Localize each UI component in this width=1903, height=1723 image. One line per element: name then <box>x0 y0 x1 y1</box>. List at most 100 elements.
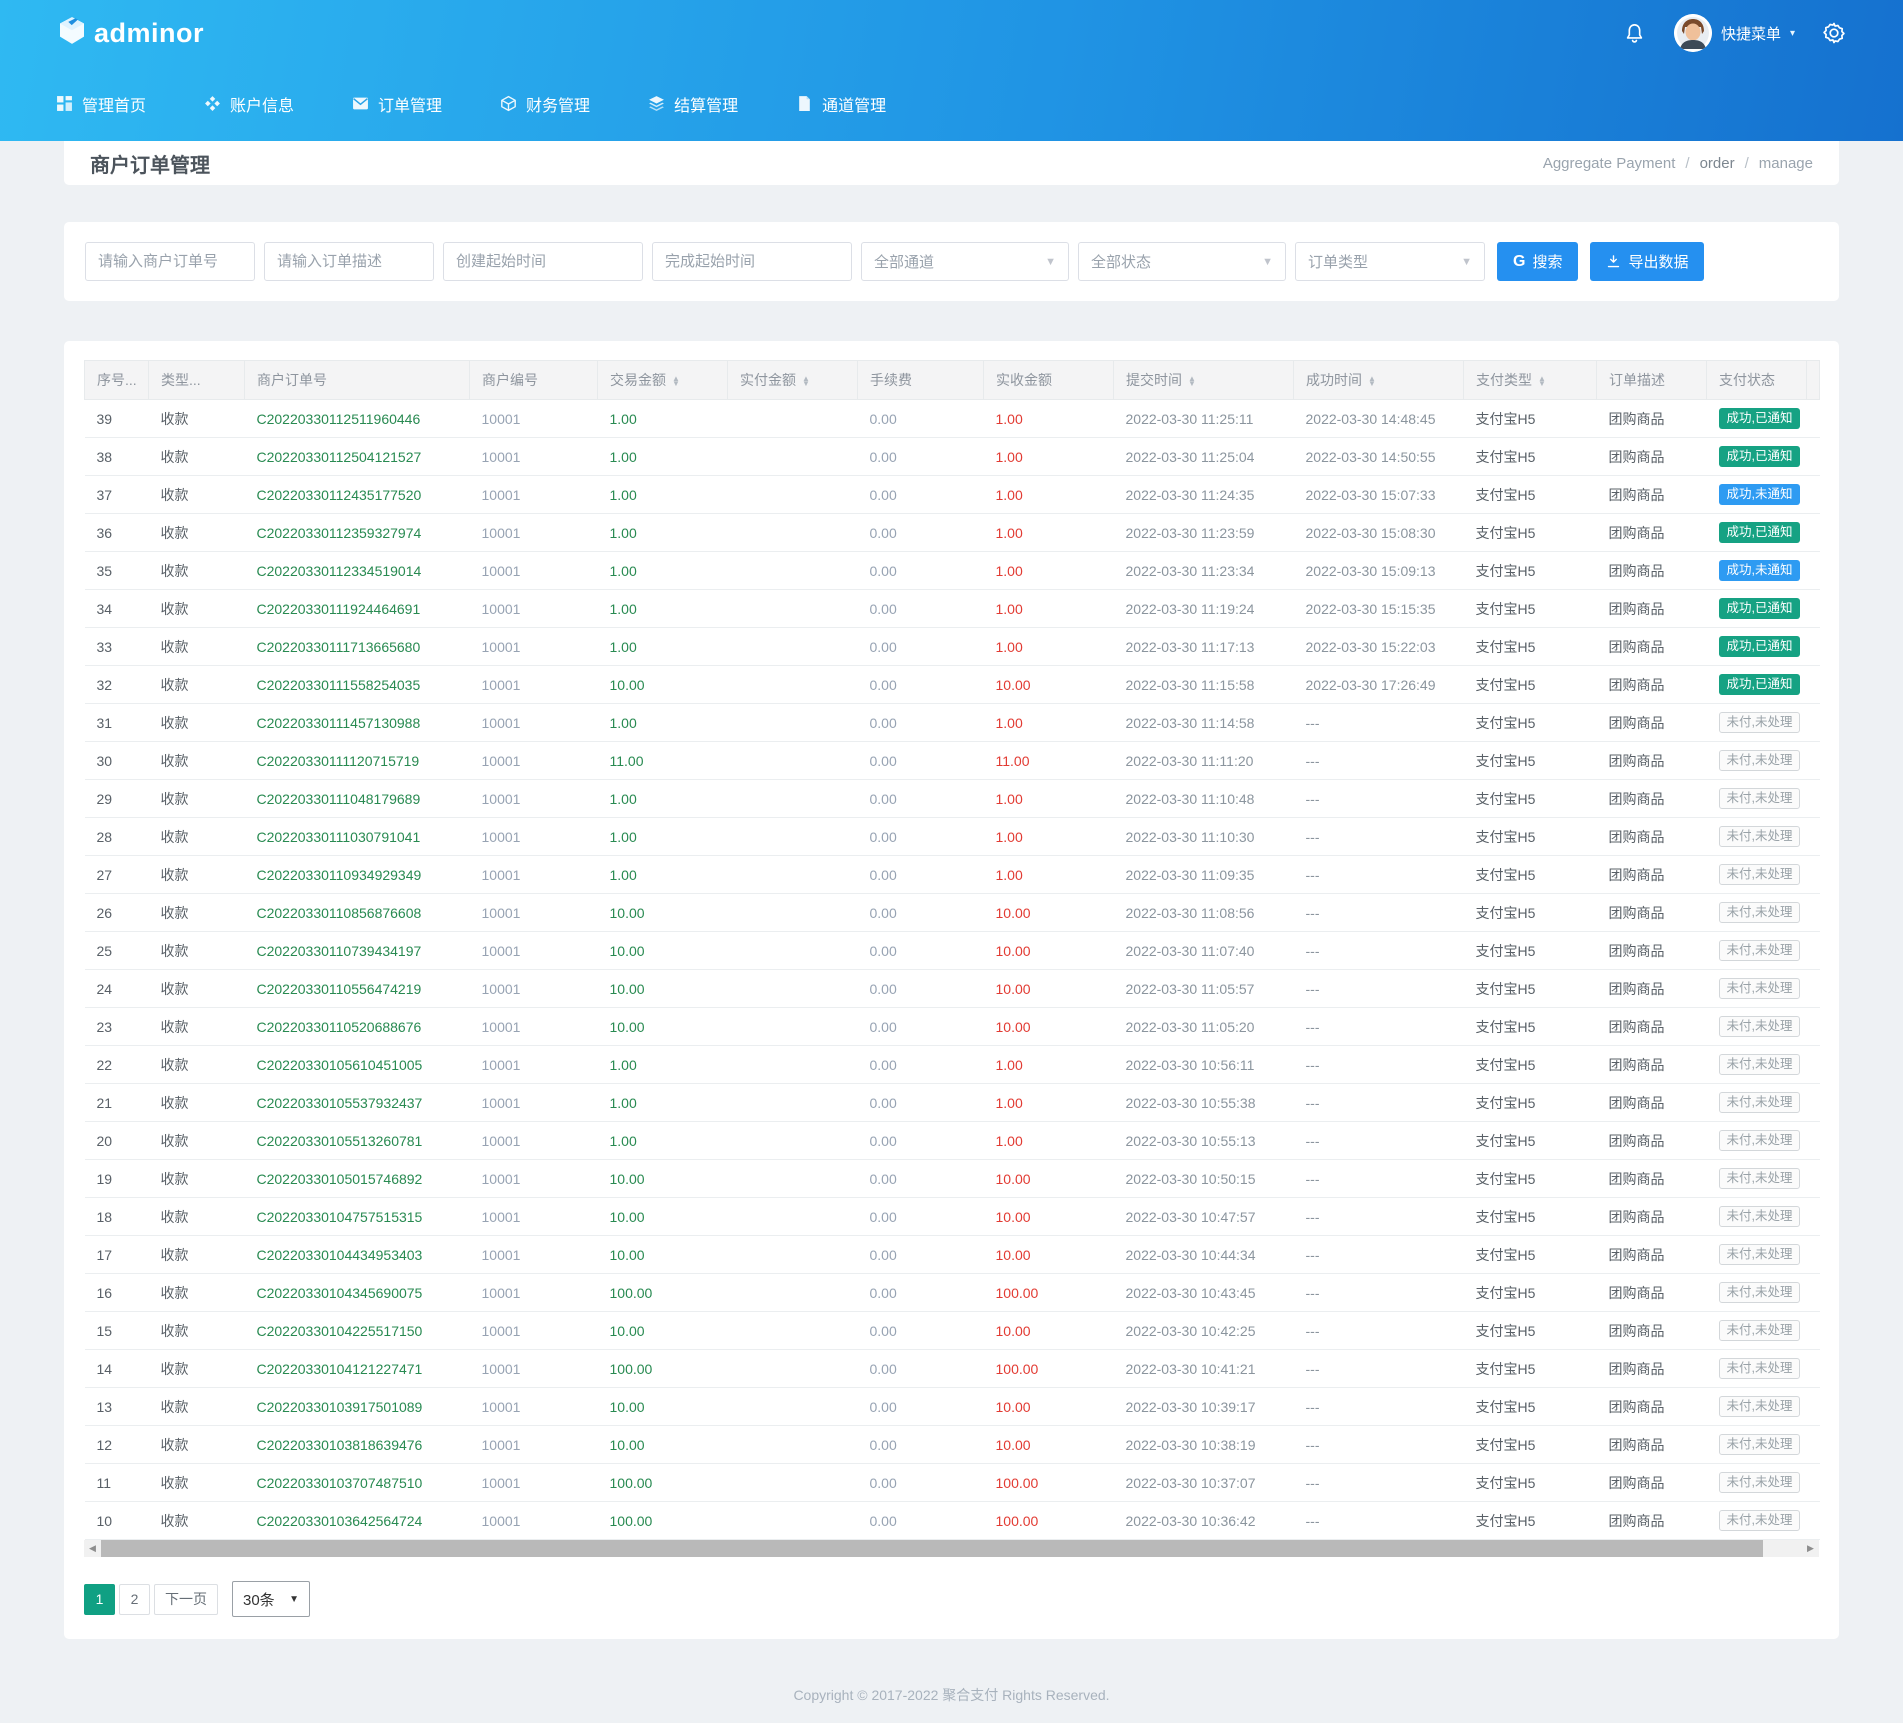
breadcrumb-item[interactable]: order <box>1700 155 1735 172</box>
cell-orderDesc: 团购商品 <box>1597 1388 1707 1426</box>
cell-orderNo[interactable]: C20220330110520688676 <box>245 1008 470 1046</box>
horizontal-scrollbar[interactable]: ◀ ▶ <box>84 1540 1819 1557</box>
cell-idx: 22 <box>85 1046 149 1084</box>
scroll-right-arrow-icon[interactable]: ▶ <box>1802 1540 1819 1557</box>
breadcrumb-item[interactable]: manage <box>1759 155 1813 172</box>
sort-arrows-icon[interactable]: ▲▼ <box>1188 376 1196 386</box>
cell-payType: 支付宝H5 <box>1464 742 1597 780</box>
cell-orderNo[interactable]: C20220330104757515315 <box>245 1198 470 1236</box>
column-header-successTime[interactable]: 成功时间▲▼ <box>1294 361 1464 400</box>
cell-payStatus: 未付,未处理 <box>1707 1464 1807 1502</box>
column-header-amount[interactable]: 交易金额▲▼ <box>598 361 728 400</box>
status-select[interactable]: 全部状态▼ <box>1078 242 1286 281</box>
search-button[interactable]: G 搜索 <box>1497 242 1578 281</box>
channel-select[interactable]: 全部通道▼ <box>861 242 1069 281</box>
cell-blank <box>1807 590 1820 628</box>
download-icon <box>1606 254 1621 269</box>
cell-orderNo[interactable]: C20220330112504121527 <box>245 438 470 476</box>
cell-orderDesc: 团购商品 <box>1597 552 1707 590</box>
next-page-button[interactable]: 下一页 <box>154 1584 218 1615</box>
column-header-submitTime[interactable]: 提交时间▲▼ <box>1114 361 1294 400</box>
order-type-select[interactable]: 订单类型▼ <box>1295 242 1485 281</box>
cell-successTime: --- <box>1294 780 1464 818</box>
cell-receivedAmount: 1.00 <box>984 628 1114 666</box>
cell-successTime: --- <box>1294 932 1464 970</box>
export-button[interactable]: 导出数据 <box>1590 242 1704 281</box>
cell-payType: 支付宝H5 <box>1464 514 1597 552</box>
gear-icon[interactable] <box>1821 20 1847 46</box>
table-row: 15收款C202203301042255171501000110.000.001… <box>85 1312 1820 1350</box>
cell-orderNo[interactable]: C20220330105015746892 <box>245 1160 470 1198</box>
create-start-time-input[interactable] <box>443 242 643 281</box>
page-size-select[interactable]: 30条 ▼ <box>232 1581 310 1617</box>
cell-orderNo[interactable]: C20220330104121227471 <box>245 1350 470 1388</box>
cell-type: 收款 <box>149 856 245 894</box>
page-button-2[interactable]: 2 <box>119 1584 150 1615</box>
cell-amount: 100.00 <box>598 1502 728 1540</box>
cell-orderNo[interactable]: C20220330112511960446 <box>245 400 470 438</box>
cell-orderNo[interactable]: C20220330110856876608 <box>245 894 470 932</box>
finish-start-time-input[interactable] <box>652 242 852 281</box>
cell-orderNo[interactable]: C20220330112359327974 <box>245 514 470 552</box>
table-row: 17收款C202203301044349534031000110.000.001… <box>85 1236 1820 1274</box>
cell-type: 收款 <box>149 514 245 552</box>
user-menu[interactable]: 快捷菜单 ▾ <box>1674 14 1795 52</box>
cell-orderNo[interactable]: C20220330112334519014 <box>245 552 470 590</box>
cell-orderNo[interactable]: C20220330111713665680 <box>245 628 470 666</box>
status-badge: 未付,未处理 <box>1719 712 1801 733</box>
cell-orderNo[interactable]: C20220330110934929349 <box>245 856 470 894</box>
cell-type: 收款 <box>149 1236 245 1274</box>
cell-fee: 0.00 <box>858 666 984 704</box>
page-button-1[interactable]: 1 <box>84 1584 115 1615</box>
cell-submitTime: 2022-03-30 11:11:20 <box>1114 742 1294 780</box>
cell-fee: 0.00 <box>858 552 984 590</box>
scroll-left-arrow-icon[interactable]: ◀ <box>84 1540 101 1557</box>
cell-payType: 支付宝H5 <box>1464 970 1597 1008</box>
cell-orderNo[interactable]: C20220330103642564724 <box>245 1502 470 1540</box>
cell-orderNo[interactable]: C20220330105610451005 <box>245 1046 470 1084</box>
nav-item-settlement[interactable]: 结算管理 <box>648 92 738 116</box>
sort-arrows-icon[interactable]: ▲▼ <box>1368 376 1376 386</box>
cell-orderNo[interactable]: C20220330103917501089 <box>245 1388 470 1426</box>
cell-orderNo[interactable]: C20220330104434953403 <box>245 1236 470 1274</box>
cell-orderNo[interactable]: C20220330111030791041 <box>245 818 470 856</box>
nav-item-channel[interactable]: 通道管理 <box>796 92 886 116</box>
nav-item-account[interactable]: 账户信息 <box>204 92 294 116</box>
cell-orderNo[interactable]: C20220330105537932437 <box>245 1084 470 1122</box>
nav-item-order[interactable]: 订单管理 <box>352 92 442 116</box>
bell-icon[interactable] <box>1622 20 1648 46</box>
cell-orderNo[interactable]: C20220330110739434197 <box>245 932 470 970</box>
cell-orderNo[interactable]: C20220330103818639476 <box>245 1426 470 1464</box>
cell-orderNo[interactable]: C20220330105513260781 <box>245 1122 470 1160</box>
sort-arrows-icon[interactable]: ▲▼ <box>802 376 810 386</box>
cell-orderNo[interactable]: C20220330112435177520 <box>245 476 470 514</box>
merchant-order-no-input[interactable] <box>85 242 255 281</box>
cell-orderNo[interactable]: C20220330111924464691 <box>245 590 470 628</box>
cell-orderNo[interactable]: C20220330104225517150 <box>245 1312 470 1350</box>
cell-orderNo[interactable]: C20220330111120715719 <box>245 742 470 780</box>
sort-arrows-icon[interactable]: ▲▼ <box>1538 376 1546 386</box>
app-logo[interactable]: adminor <box>56 15 204 52</box>
cell-orderDesc: 团购商品 <box>1597 1160 1707 1198</box>
cell-merchantId: 10001 <box>470 1502 598 1540</box>
cell-orderNo[interactable]: C20220330110556474219 <box>245 970 470 1008</box>
order-desc-input[interactable] <box>264 242 434 281</box>
sort-arrows-icon[interactable]: ▲▼ <box>672 376 680 386</box>
scrollbar-thumb[interactable] <box>101 1540 1763 1557</box>
cell-orderNo[interactable]: C20220330104345690075 <box>245 1274 470 1312</box>
column-header-paidAmount[interactable]: 实付金额▲▼ <box>728 361 858 400</box>
cell-orderNo[interactable]: C20220330111457130988 <box>245 704 470 742</box>
nav-item-home[interactable]: 管理首页 <box>56 92 146 116</box>
cell-orderNo[interactable]: C20220330111048179689 <box>245 780 470 818</box>
column-header-payType[interactable]: 支付类型▲▼ <box>1464 361 1597 400</box>
cell-orderNo[interactable]: C20220330111558254035 <box>245 666 470 704</box>
cell-orderDesc: 团购商品 <box>1597 590 1707 628</box>
cell-amount: 1.00 <box>598 704 728 742</box>
cell-orderNo[interactable]: C20220330103707487510 <box>245 1464 470 1502</box>
nav-item-finance[interactable]: 财务管理 <box>500 92 590 116</box>
cell-orderDesc: 团购商品 <box>1597 780 1707 818</box>
cell-idx: 28 <box>85 818 149 856</box>
cell-receivedAmount: 100.00 <box>984 1502 1114 1540</box>
cell-payType: 支付宝H5 <box>1464 1350 1597 1388</box>
select-caret-icon: ▼ <box>289 1594 299 1605</box>
